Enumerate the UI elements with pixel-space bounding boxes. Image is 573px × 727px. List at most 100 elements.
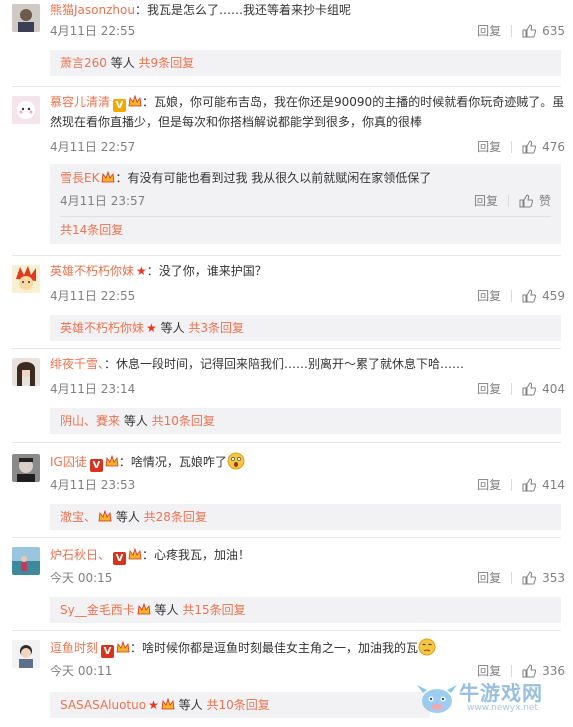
reply-button[interactable]: 回复 — [477, 476, 501, 494]
replies-summary[interactable]: Sy__金毛西卡 等人 共15条回复 — [50, 597, 561, 623]
comment-1: 熊猫Jasonzhou：我瓦是怎么了……我还等着来抄卡组呢 4月11日 22:5… — [0, 0, 573, 84]
comment-text: ：啥情况，瓦娘咋了 — [118, 455, 227, 469]
replies-summary[interactable]: 阴山、賽来 等人 共10条回复 — [50, 408, 561, 434]
cow-mascot-icon — [417, 685, 457, 713]
avatar[interactable] — [12, 265, 40, 293]
avatar-image — [12, 265, 40, 293]
thumbs-up-icon[interactable] — [522, 140, 537, 154]
reply-button[interactable]: 回复 — [477, 380, 501, 398]
timestamp: 今天 00:11 — [50, 664, 113, 678]
replies-summary[interactable]: 萧言260 等人 共9条回复 — [50, 50, 561, 76]
reply-user[interactable]: 萧言260 — [60, 56, 107, 70]
reply-button[interactable]: 回复 — [477, 569, 501, 587]
sub-reply-button[interactable]: 回复 — [474, 192, 498, 210]
username[interactable]: 熊猫Jasonzhou — [50, 3, 135, 17]
vip-crown-icon — [102, 171, 115, 183]
like-count: 414 — [542, 478, 565, 492]
replies-summary[interactable]: SASASAluotuo ★ 等人 共10条回复 — [50, 692, 430, 718]
reply-count-link[interactable]: 共3条回复 — [188, 321, 244, 335]
username[interactable]: 绯夜千雪、 — [50, 357, 104, 371]
comment-6: 炉石秋日、 V ：心疼我瓦，加油！ 今天 00:15 回复 353 Sy__金毛西卡… — [0, 543, 573, 627]
avatar[interactable] — [12, 640, 40, 668]
shocked-face-emoji-icon — [227, 452, 245, 470]
divider — [511, 572, 513, 584]
sub-timestamp: 4月11日 23:57 — [60, 194, 146, 208]
divider — [12, 442, 561, 443]
avatar-image — [12, 358, 40, 386]
avatar[interactable] — [12, 454, 40, 482]
username[interactable]: 英雄不朽朽你妹 — [50, 264, 134, 278]
thumbs-up-icon[interactable] — [522, 478, 537, 492]
reply-user[interactable]: Sy__金毛西卡 — [60, 603, 135, 617]
vip-crown-icon — [116, 641, 130, 653]
timestamp: 4月11日 23:14 — [50, 382, 136, 396]
verified-v-icon: V — [101, 645, 115, 658]
vip-crown-icon — [161, 698, 175, 710]
watermark-brand: 牛游戏网 — [459, 681, 543, 705]
divider — [511, 141, 513, 153]
username[interactable]: IG囚徒 — [50, 455, 87, 469]
vip-crown-icon — [137, 603, 151, 615]
thumbs-up-icon[interactable] — [522, 289, 537, 303]
reply-button[interactable]: 回复 — [477, 138, 501, 156]
reply-button[interactable]: 回复 — [477, 287, 501, 305]
reply-button[interactable]: 回复 — [477, 22, 501, 40]
like-count: 476 — [542, 140, 565, 154]
replies-summary[interactable]: 澈宝、 等人 共28条回复 — [50, 504, 561, 530]
divider — [12, 86, 561, 87]
divider — [12, 537, 561, 538]
timestamp: 4月11日 22:57 — [50, 140, 136, 154]
star-badge-icon: ★ — [148, 698, 159, 712]
comment-text: ：我瓦是怎么了……我还等着来抄卡组呢 — [134, 3, 351, 17]
divider — [12, 255, 561, 256]
reply-user[interactable]: SASASAluotuo — [60, 698, 146, 712]
verified-v-icon: V — [113, 552, 127, 565]
vip-crown-icon — [105, 455, 119, 467]
comment-5: IG囚徒 V ：啥情况，瓦娘咋了 4月11日 23:53 回复 414 澈宝、 等人… — [0, 448, 573, 534]
reply-user[interactable]: 澈宝、 — [60, 510, 96, 524]
avatar-image — [12, 547, 40, 575]
reply-user[interactable]: 英雄不朽朽你妹 — [60, 321, 144, 335]
divider — [511, 25, 513, 37]
reply-user[interactable]: 阴山、賽来 — [60, 414, 120, 428]
reply-count-link[interactable]: 共28条回复 — [144, 510, 207, 524]
sad-face-emoji-icon — [418, 638, 436, 656]
avatar-image — [12, 640, 40, 668]
vip-crown-icon — [128, 548, 142, 560]
replies-summary[interactable]: 英雄不朽朽你妹 ★ 等人 共3条回复 — [50, 315, 561, 341]
reply-count-link[interactable]: 共10条回复 — [152, 414, 215, 428]
reply-count-link[interactable]: 共9条回复 — [139, 56, 195, 70]
divider — [12, 630, 561, 631]
sub-like-label: 赞 — [538, 194, 551, 208]
avatar[interactable] — [12, 358, 40, 386]
avatar[interactable] — [12, 96, 40, 124]
thumbs-up-icon[interactable] — [522, 571, 537, 585]
timestamp: 4月11日 22:55 — [50, 24, 136, 38]
comment-3: 英雄不朽朽你妹 ★：没了你，谁来护国？ 4月11日 22:55 回复 459 英雄… — [0, 261, 573, 345]
like-count: 635 — [542, 24, 565, 38]
avatar-image — [12, 454, 40, 482]
avatar[interactable] — [12, 4, 40, 32]
watermark-url: www.newyx.net — [467, 703, 539, 713]
total-replies-link[interactable]: 共14条回复 — [60, 220, 123, 240]
like-count: 353 — [542, 571, 565, 585]
sub-username[interactable]: 雪長EK — [60, 171, 99, 185]
reply-count-link[interactable]: 共10条回复 — [207, 698, 270, 712]
verified-v-icon: V — [113, 99, 127, 112]
username[interactable]: 炉石秋日、 — [50, 548, 110, 562]
sub-reply-box: 雪長EK ：有没有可能也看到过我 我从很久以前就赋闲在家领低保了 4月11日 23… — [50, 164, 561, 244]
thumbs-up-icon[interactable] — [519, 194, 533, 208]
username[interactable]: 慕容儿清清 — [50, 95, 110, 109]
comment-text: ：休息一段时间，记得回来陪我们……别离开～累了就休息下哈…… — [104, 357, 465, 371]
reply-count-link[interactable]: 共15条回复 — [182, 603, 245, 617]
like-count: 404 — [542, 382, 565, 396]
divider — [511, 290, 513, 302]
thumbs-up-icon[interactable] — [522, 382, 537, 396]
thumbs-up-icon[interactable] — [522, 24, 537, 38]
vip-crown-icon — [98, 510, 112, 522]
timestamp: 今天 00:15 — [50, 571, 113, 585]
site-watermark: 牛游戏网 www.newyx.net — [415, 675, 565, 719]
timestamp: 4月11日 23:53 — [50, 478, 136, 492]
avatar[interactable] — [12, 547, 40, 575]
username[interactable]: 逗鱼时刻 — [50, 641, 98, 655]
